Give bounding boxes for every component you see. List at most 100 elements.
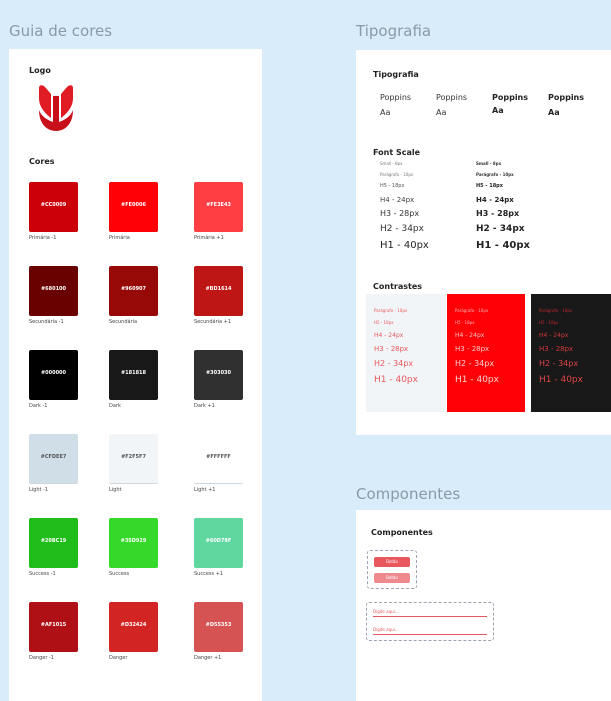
contrast-text: H5 - 18px [539, 320, 559, 325]
swatch-label: Primária [109, 235, 130, 241]
color-swatch: #680100 [29, 266, 78, 316]
swatch-label: Secundária +1 [194, 319, 232, 325]
color-swatch: #60D79F [194, 518, 243, 568]
font-sample-name-bold: Poppins [548, 93, 585, 102]
font-scale-heading: Font Scale [373, 148, 421, 157]
swatch-hex-code: #D32424 [120, 622, 147, 628]
contrast-text: H4 - 24px [374, 332, 404, 339]
contrast-text: Parágrafo - 10px [539, 308, 573, 313]
scale-h4: H4 - 24px [380, 196, 415, 204]
contrast-red-box: Parágrafo - 10px H5 - 18px H4 - 24px H3 … [447, 294, 525, 412]
swatch-label: Danger [109, 655, 128, 661]
contrasts-heading: Contrastes [373, 282, 423, 291]
font-sample-glyph: Aa [380, 108, 391, 117]
contrast-light-box: Parágrafo - 10px H5 - 18px H4 - 24px H3 … [366, 294, 446, 412]
typography-heading: Tipografia [373, 70, 419, 79]
scale-h3-bold: H3 - 28px [476, 209, 520, 218]
color-swatch: #000000 [29, 350, 78, 400]
swatch-label: Light +1 [194, 487, 216, 493]
swatch-label: Success +1 [194, 571, 224, 577]
swatch-label: Primária +1 [194, 235, 224, 241]
scale-h2: H2 - 34px [380, 224, 424, 234]
components-heading: Componentes [371, 528, 433, 537]
contrast-text: H1 - 40px [455, 375, 499, 385]
swatch-label: Secundária -1 [29, 319, 64, 325]
text-input[interactable]: Digite aqui... [373, 626, 487, 635]
color-swatch: #D55353 [194, 602, 243, 652]
contrast-text: H3 - 28px [455, 345, 490, 353]
scale-h1-bold: H1 - 40px [476, 240, 530, 251]
color-swatch: #D32424 [109, 602, 158, 652]
scale-h5-bold: H5 - 18px [476, 183, 503, 189]
swatch-label: Success -1 [29, 571, 56, 577]
swatch-label: Danger -1 [29, 655, 54, 661]
scale-small: Small - 8px [380, 161, 403, 166]
contrast-text: H2 - 34px [374, 359, 414, 368]
contrast-dark-box: Parágrafo - 10px H5 - 18px H4 - 24px H3 … [531, 294, 611, 412]
swatch-label: Dark -1 [29, 403, 48, 409]
swatch-hex-code: #303030 [205, 370, 232, 376]
swatch-hex-code: #AF1015 [40, 622, 67, 628]
swatch-label: Success [109, 571, 130, 577]
contrast-text: H2 - 34px [539, 359, 579, 368]
button-group: Botão Botão [367, 550, 417, 589]
primary-button-hover[interactable]: Botão [374, 573, 410, 583]
scale-h5: H5 - 18px [380, 183, 405, 189]
font-sample-glyph: Aa [436, 108, 447, 117]
frame-title-typography: Tipografia [356, 22, 432, 40]
swatch-hex-code: #D55353 [205, 622, 232, 628]
scale-h4-bold: H4 - 24px [476, 196, 514, 204]
brand-logo-icon [39, 85, 73, 131]
logo-heading: Logo [29, 66, 51, 75]
scale-paragraph: Parágrafo - 10px [380, 172, 414, 177]
contrast-text: Parágrafo - 10px [455, 308, 489, 313]
swatch-hex-code: #F2F5F7 [121, 454, 146, 460]
color-swatch: #20BC19 [29, 518, 78, 568]
color-swatch: #960907 [109, 266, 158, 316]
swatch-hex-code: #000000 [40, 370, 67, 376]
swatch-label: Dark +1 [194, 403, 215, 409]
input-group: Digite aqui... Digite aqui... [366, 602, 494, 641]
primary-button[interactable]: Botão [374, 557, 410, 567]
color-swatch: #FFFFFF [194, 434, 243, 484]
scale-h2-bold: H2 - 34px [476, 224, 525, 234]
swatch-label: Light [109, 487, 122, 493]
contrast-text: H3 - 28px [539, 345, 574, 353]
swatch-hex-code: #960907 [120, 286, 147, 292]
color-swatch: #FE3E43 [194, 182, 243, 232]
swatch-hex-code: #20BC19 [40, 538, 67, 544]
swatch-hex-code: #BD1614 [205, 286, 232, 292]
frame-title-color-guide: Guia de cores [9, 22, 113, 40]
scale-paragraph-bold: Parágrafo - 10px [476, 172, 514, 177]
scale-h1: H1 - 40px [380, 240, 429, 251]
contrast-text: H5 - 18px [455, 320, 475, 325]
contrast-text: Parágrafo - 10px [374, 308, 408, 313]
swatch-hex-code: #35D929 [120, 538, 147, 544]
swatch-hex-code: #60D79F [205, 538, 232, 544]
components-panel: Componentes Botão Botão Digite aqui... D… [356, 510, 611, 701]
swatch-label: Dark [109, 403, 121, 409]
swatch-label: Secundária [109, 319, 138, 325]
color-swatch: #F2F5F7 [109, 434, 158, 484]
font-sample-glyph-bold: Aa [548, 108, 560, 117]
scale-small-bold: Small - 8px [476, 161, 502, 166]
font-sample-name: Poppins [436, 93, 468, 102]
color-swatch: #181818 [109, 350, 158, 400]
swatch-label: Danger +1 [194, 655, 222, 661]
contrast-text: H2 - 34px [455, 359, 495, 368]
text-input[interactable]: Digite aqui... [373, 608, 487, 617]
contrast-text: H1 - 40px [539, 375, 583, 385]
frame-title-components: Componentes [356, 485, 461, 503]
color-swatch: #CC0009 [29, 182, 78, 232]
font-sample-name: Poppins [380, 93, 412, 102]
swatch-label: Primária -1 [29, 235, 57, 241]
swatch-hex-code: #680100 [40, 286, 67, 292]
color-swatch: #303030 [194, 350, 243, 400]
color-swatch: #CFDEE7 [29, 434, 78, 484]
swatch-hex-code: #CFDEE7 [40, 454, 67, 460]
font-sample-glyph-bold: Aa [492, 106, 504, 115]
typography-panel: Tipografia Poppins Aa Poppins Aa Poppins… [356, 50, 611, 435]
font-sample-name-bold: Poppins [492, 93, 529, 102]
contrast-text: H5 - 18px [374, 320, 394, 325]
swatch-hex-code: #FFFFFF [206, 454, 231, 460]
